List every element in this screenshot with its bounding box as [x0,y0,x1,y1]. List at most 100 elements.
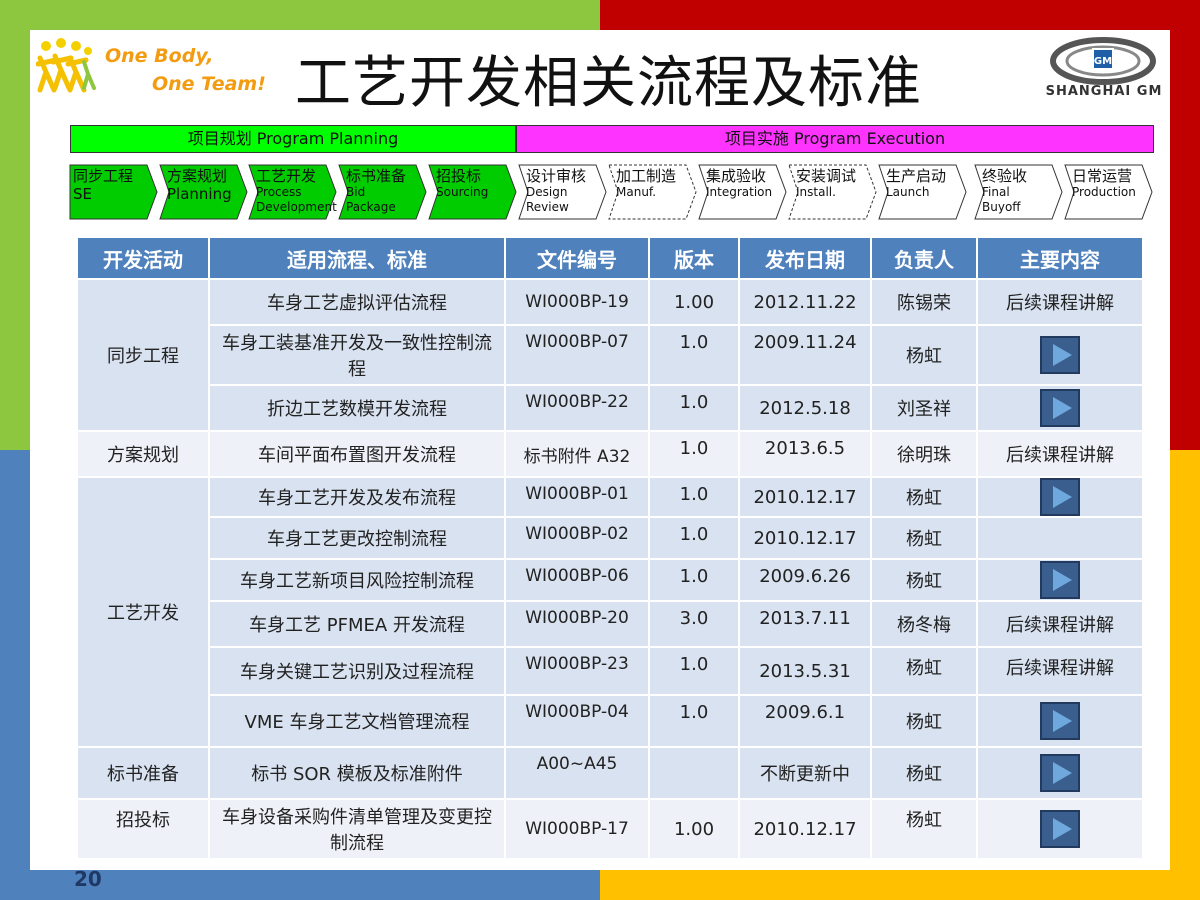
code-cell: WI000BP-01 [504,476,650,518]
table-row: 车身工艺更改控制流程 WI000BP-02 1.0 2010.12.17 杨虹 [77,516,1144,560]
owner-cell: 杨虹 [870,516,978,560]
owner-cell: 杨冬梅 [870,600,978,648]
phase-program-planning: 项目规划 Program Planning [70,125,516,153]
table-row: 招投标 车身设备采购件清单管理及变更控制流程 WI000BP-17 1.00 2… [76,798,1144,860]
table-header-row: 开发活动 适用流程、标准 文件编号 版本 发布日期 负责人 主要内容 [76,236,1144,280]
owner-cell: 杨虹 [870,324,978,386]
process-cell: VME 车身工艺文档管理流程 [208,694,506,748]
version-cell: 1.0 [648,430,740,478]
standards-table: 开发活动 适用流程、标准 文件编号 版本 发布日期 负责人 主要内容 同步工程 … [76,236,1144,860]
play-icon[interactable] [1040,702,1080,740]
step-en-label: SE [73,185,92,203]
step-chevron: 日常运营 Production [1064,164,1154,220]
step-chevron: 同步工程 SE [69,164,159,220]
owner-cell: 杨虹 [870,558,978,602]
code-cell: WI000BP-07 [504,324,650,386]
header-version: 版本 [648,236,740,280]
step-cn-label: 标书准备 [346,167,407,185]
group-process: 工艺开发 [76,476,210,748]
version-cell [648,746,740,800]
play-icon[interactable] [1040,754,1080,792]
step-chevron: 方案规划 Planning [159,164,249,220]
step-chevron: 标书准备 Bid Package [338,164,428,220]
date-cell: 2013.6.5 [738,430,872,478]
slogan-line2: One Team! [152,73,266,95]
step-en-label: Install. [796,185,836,199]
table-row: VME 车身工艺文档管理流程 WI000BP-04 1.0 2009.6.1 杨… [77,694,1144,748]
table-row: 方案规划 车间平面布置图开发流程 标书附件 A32 1.0 2013.6.5 徐… [76,430,1144,478]
step-en-label: Design Review [526,185,569,214]
table-row: 车身工装基准开发及一致性控制流程 WI000BP-07 1.0 2009.11.… [77,324,1144,386]
owner-cell: 杨虹 [870,746,978,800]
version-cell: 1.0 [648,558,740,602]
date-cell: 2012.11.22 [738,278,872,326]
step-en-label: Manuf. [616,185,657,199]
header-content: 主要内容 [976,236,1144,280]
date-cell: 2009.11.24 [738,324,872,386]
content-cell [976,746,1144,800]
process-cell: 车身工艺更改控制流程 [208,516,506,560]
content-cell: 后续课程讲解 [976,278,1144,326]
date-cell: 2010.12.17 [738,798,872,860]
step-chevron: 生产启动 Launch [878,164,968,220]
date-cell: 2013.5.31 [738,646,872,696]
process-cell: 折边工艺数模开发流程 [208,384,506,432]
process-cell: 车身工装基准开发及一致性控制流程 [208,324,506,386]
content-cell [976,798,1144,860]
step-chevron: 加工制造 Manuf. [608,164,698,220]
content-cell: 后续课程讲解 [976,430,1144,478]
version-cell: 1.0 [648,646,740,696]
step-cn-label: 集成验收 [706,167,767,185]
date-cell: 2013.7.11 [738,600,872,648]
group-sourcing: 招投标 [76,798,210,860]
owner-cell: 陈锡荣 [870,278,978,326]
table-row: 车身工艺 PFMEA 开发流程 WI000BP-20 3.0 2013.7.11… [77,600,1144,648]
table-row: 车身工艺新项目风险控制流程 WI000BP-06 1.0 2009.6.26 杨… [77,558,1144,602]
table-row: 同步工程 车身工艺虚拟评估流程 WI000BP-19 1.00 2012.11.… [76,278,1144,432]
owner-cell: 杨虹 [870,798,978,860]
step-chevron: 终验收 Final Buyoff [974,164,1064,220]
date-cell: 不断更新中 [738,746,872,800]
version-cell: 1.0 [648,476,740,518]
team-figures-logo [36,38,96,93]
play-icon[interactable] [1040,336,1080,374]
process-cell: 车身工艺开发及发布流程 [208,476,506,518]
content-cell [976,516,1144,560]
play-icon[interactable] [1040,389,1080,427]
code-cell: 标书附件 A32 [504,430,650,478]
group-planning: 方案规划 [76,430,210,478]
code-cell: WI000BP-02 [504,516,650,560]
code-cell: A00~A45 [504,746,650,800]
version-cell: 1.00 [648,278,740,326]
date-cell: 2010.12.17 [738,516,872,560]
group-se: 同步工程 [76,278,210,432]
content-cell: 后续课程讲解 [976,646,1144,696]
code-cell: WI000BP-04 [504,694,650,748]
content-cell [976,476,1144,518]
content-cell: 后续课程讲解 [976,600,1144,648]
phase-program-execution: 项目实施 Program Execution [516,125,1154,153]
step-cn-label: 生产启动 [886,167,947,185]
play-icon[interactable] [1040,810,1080,848]
step-chevron: 集成验收 Integration [698,164,788,220]
step-en-label: Planning [167,185,232,203]
step-cn-label: 同步工程 [73,167,134,185]
step-cn-label: 安装调试 [796,167,857,185]
play-icon[interactable] [1040,478,1080,516]
version-cell: 3.0 [648,600,740,648]
step-chevron: 招投标 Sourcing [428,164,518,220]
header-process: 适用流程、标准 [208,236,506,280]
date-cell: 2009.6.1 [738,694,872,748]
version-cell: 1.0 [648,694,740,748]
process-cell: 车身工艺新项目风险控制流程 [208,558,506,602]
version-cell: 1.0 [648,516,740,560]
content-cell [976,558,1144,602]
process-cell: 车间平面布置图开发流程 [208,430,506,478]
process-cell: 车身设备采购件清单管理及变更控制流程 [208,798,506,860]
version-cell: 1.00 [648,798,740,860]
step-chevron: 设计审核 Design Review [518,164,608,220]
play-icon[interactable] [1040,561,1080,599]
code-cell: WI000BP-23 [504,646,650,696]
content-cell [976,694,1144,748]
step-cn-label: 方案规划 [167,167,228,185]
